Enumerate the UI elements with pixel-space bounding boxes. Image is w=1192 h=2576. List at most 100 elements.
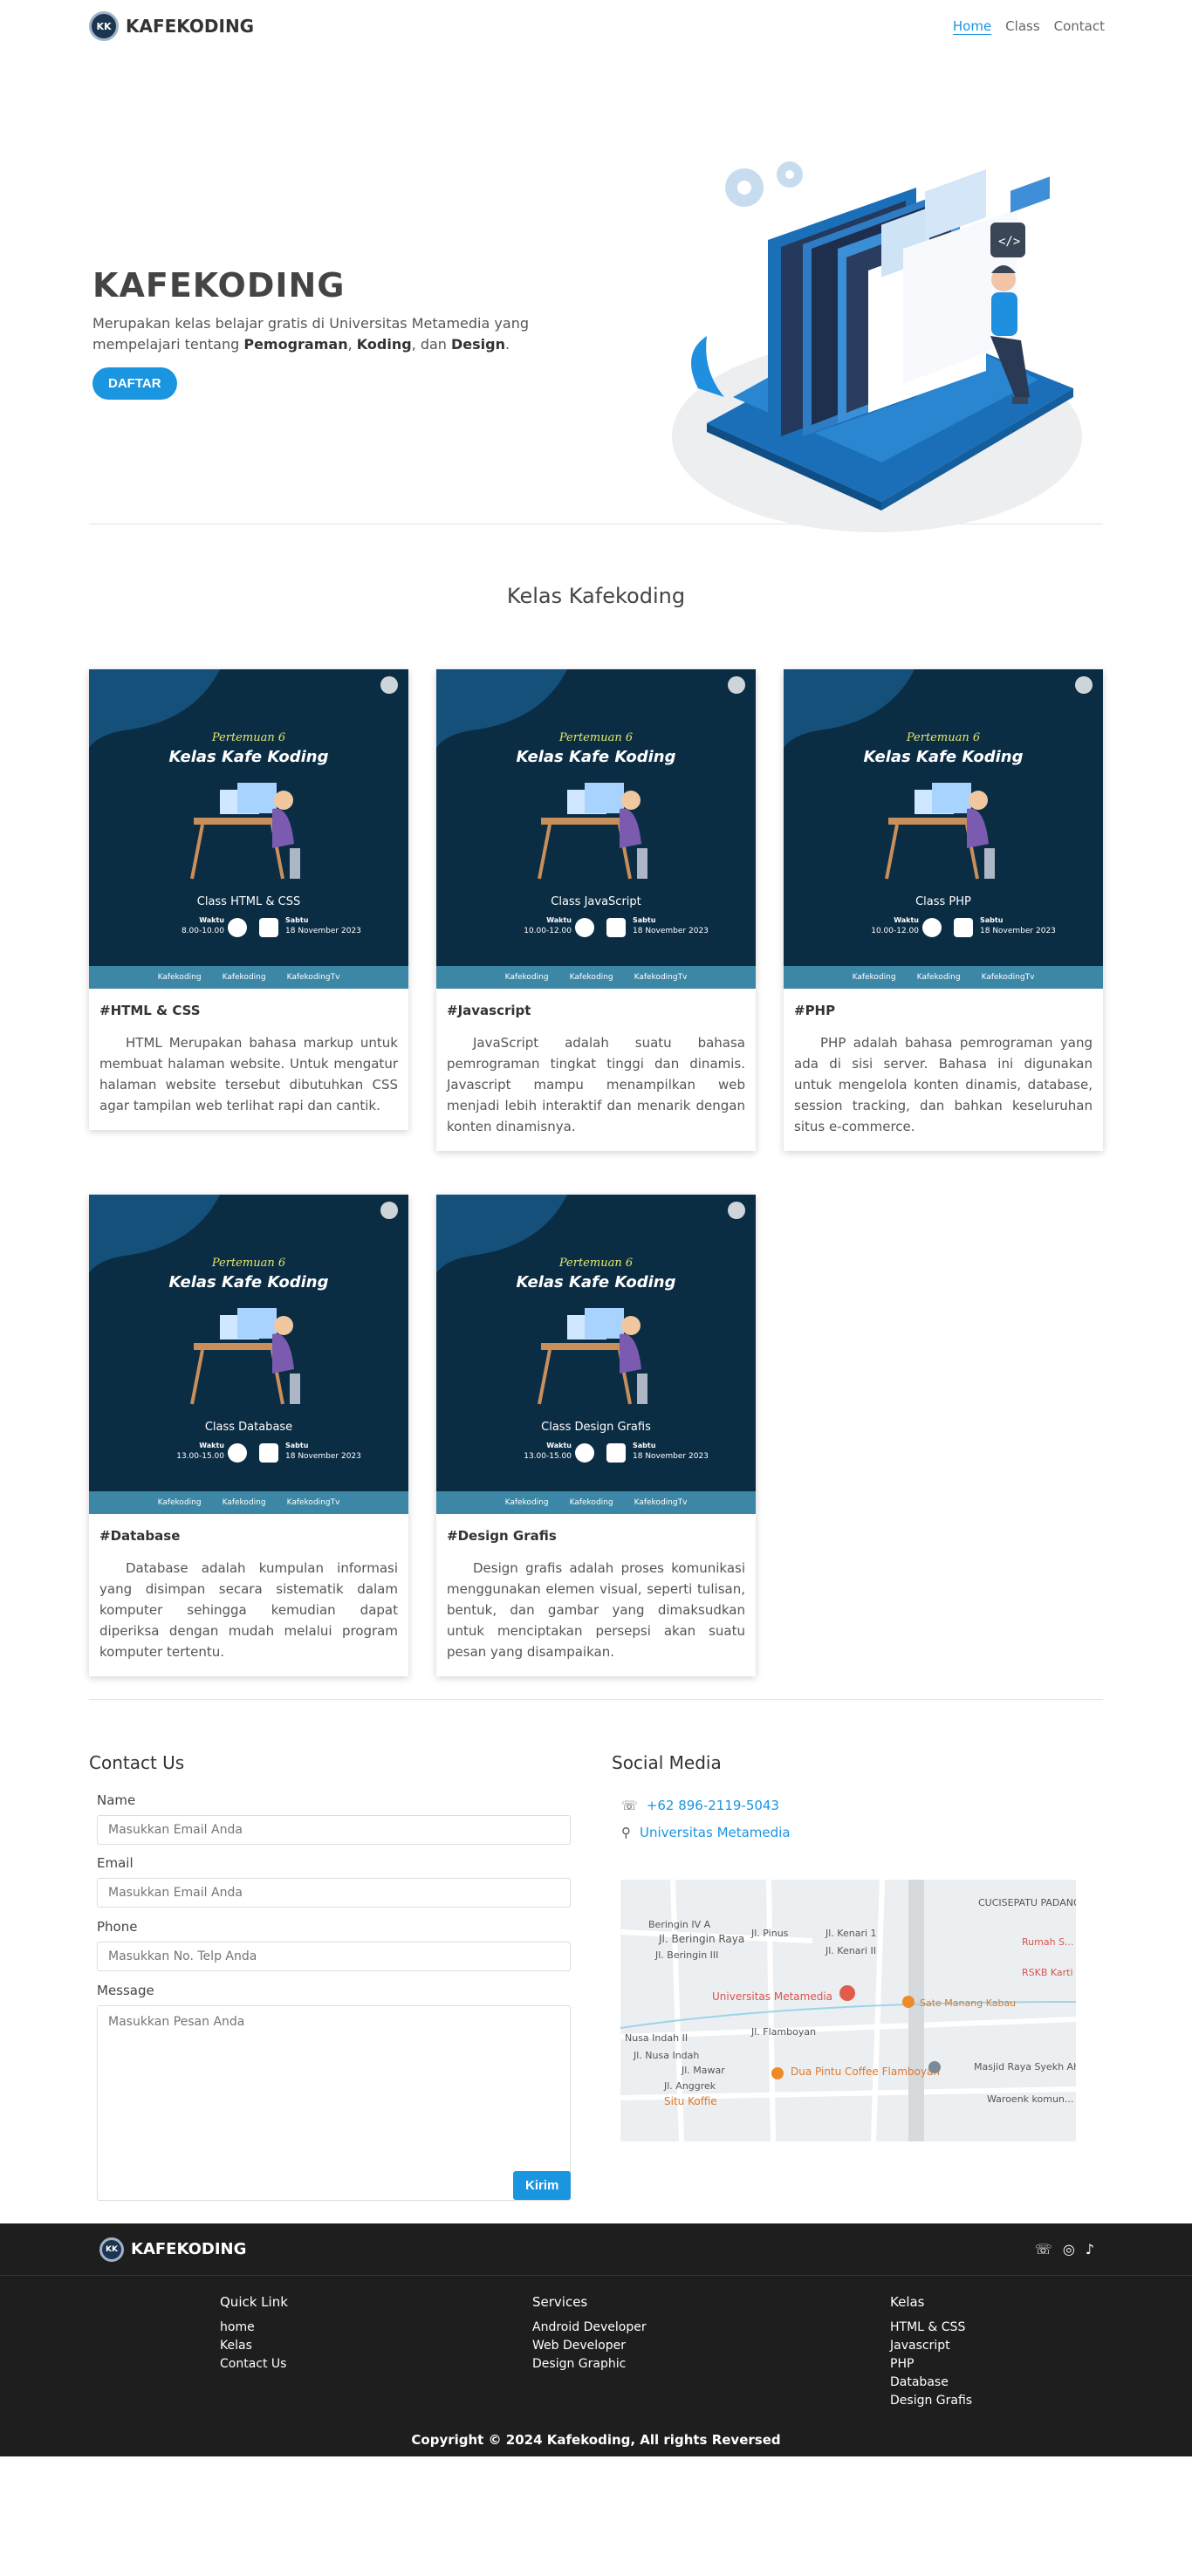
- map-label: Jl. Pinus: [750, 1928, 789, 1939]
- footer-kelas-item[interactable]: HTML & CSS: [890, 2319, 972, 2337]
- card-title: #PHP: [794, 1003, 836, 1018]
- poster-date: 18 November 2023: [980, 927, 1056, 935]
- social-phone[interactable]: ☏ +62 896-2119-5043: [621, 1798, 779, 1813]
- poster-time: 13.00-15.00: [524, 1452, 572, 1461]
- poster-day-label: Sabtu: [980, 916, 1004, 924]
- poster-social-strip: Kafekoding Kafekoding KafekodingTv: [436, 966, 756, 989]
- poster-social: KafekodingTv: [286, 973, 340, 982]
- phone-label: Phone: [97, 1919, 138, 1935]
- class-poster: Pertemuan 6 Kelas Kafe Koding Class HTML…: [89, 669, 408, 989]
- class-poster: Pertemuan 6 Kelas Kafe Koding Class Java…: [436, 669, 756, 989]
- map-label: Jl. Beringin III: [654, 1949, 718, 1961]
- poster-social: Kafekoding: [222, 973, 266, 982]
- nav-class[interactable]: Class: [1005, 18, 1039, 35]
- hero-desc-text: .: [505, 336, 510, 353]
- footer-kelas-item[interactable]: Javascript: [890, 2337, 972, 2355]
- map-label: RSKB Karti: [1022, 1967, 1073, 1978]
- class-card[interactable]: Pertemuan 6 Kelas Kafe Koding Class Desi…: [436, 1195, 756, 1676]
- footer-service-item[interactable]: Web Developer: [532, 2337, 647, 2355]
- poster-time: 10.00-12.00: [524, 927, 572, 935]
- social-location-text: Universitas Metamedia: [640, 1825, 791, 1840]
- footer-kelas-item[interactable]: Database: [890, 2374, 972, 2392]
- location-map[interactable]: Beringin IV A Jl. Beringin Raya Jl. Beri…: [620, 1880, 1076, 2141]
- message-label: Message: [97, 1983, 154, 1998]
- hero-text: KAFEKODING Merupakan kelas belajar grati…: [92, 266, 529, 400]
- map-label: Nusa Indah II: [625, 2032, 688, 2044]
- hero-illustration-image: </>: [672, 161, 1082, 532]
- poster-heading: Kelas Kafe Koding: [169, 1273, 329, 1291]
- poster-date: 18 November 2023: [285, 927, 361, 935]
- social-location[interactable]: ⚲ Universitas Metamedia: [621, 1825, 791, 1840]
- map-label: Situ Koffie: [664, 2095, 717, 2107]
- message-field[interactable]: [97, 2005, 571, 2201]
- poster-time: 10.00-12.00: [871, 927, 919, 935]
- contact-section: Contact Us Name Email Phone Message Kiri…: [0, 1700, 1192, 2223]
- class-card[interactable]: Pertemuan 6 Kelas Kafe Koding Class HTML…: [89, 669, 408, 1130]
- poster-meeting: Pertemuan 6: [558, 731, 633, 744]
- poster-day-label: Sabtu: [633, 1442, 656, 1449]
- map-label: Jl. Flamboyan: [750, 2026, 816, 2038]
- footer-top: KK KAFEKODING ☏ ◎ ♪: [0, 2223, 1192, 2276]
- footer-kelas-item[interactable]: PHP: [890, 2355, 972, 2374]
- hero-desc-text: , dan: [411, 336, 452, 353]
- map-label: Dua Pintu Coffee Flamboyan: [791, 2066, 940, 2078]
- footer-brand[interactable]: KK KAFEKODING: [99, 2237, 246, 2262]
- hero-title: KAFEKODING: [92, 266, 346, 305]
- poster-social: Kafekoding: [157, 1498, 202, 1507]
- class-poster: Pertemuan 6 Kelas Kafe Koding Class PHP …: [784, 669, 1103, 989]
- poster-time: 13.00-15.00: [176, 1452, 224, 1461]
- kelas-cards: Pertemuan 6 Kelas Kafe Koding Class HTML…: [0, 608, 1192, 1699]
- contact-title: Contact Us: [89, 1752, 185, 1773]
- poster-social: Kafekoding: [569, 1498, 613, 1507]
- footer-service-item[interactable]: Design Graphic: [532, 2355, 647, 2374]
- poster-time-label: Waktu: [546, 916, 572, 924]
- daftar-button[interactable]: DAFTAR: [92, 367, 177, 400]
- poster-meeting: Pertemuan 6: [211, 731, 285, 744]
- poster-time: 8.00-10.00: [182, 927, 224, 935]
- poster-social: KafekodingTv: [634, 1498, 688, 1507]
- whatsapp-icon[interactable]: ☏: [1035, 2241, 1052, 2257]
- kafekoding-logo-icon: KK: [89, 11, 119, 41]
- nav-home[interactable]: Home: [952, 18, 992, 35]
- poster-time-label: Waktu: [546, 1442, 572, 1449]
- phone-field[interactable]: [97, 1942, 571, 1971]
- poster-class-name: Class Design Grafis: [541, 1421, 651, 1434]
- svg-text:</>: </>: [998, 235, 1020, 249]
- tiktok-icon[interactable]: ♪: [1086, 2241, 1094, 2257]
- card-body: #Javascript JavaScript adalah suatu baha…: [436, 989, 756, 1151]
- footer-link-home[interactable]: home: [220, 2319, 288, 2337]
- card-body: #PHP PHP adalah bahasa pemrograman yang …: [784, 989, 1103, 1151]
- poster-date: 18 November 2023: [633, 1452, 709, 1461]
- quick-link-title: Quick Link: [220, 2294, 288, 2310]
- poster-social-strip: Kafekoding Kafekoding KafekodingTv: [784, 966, 1103, 989]
- class-card[interactable]: Pertemuan 6 Kelas Kafe Koding Class Data…: [89, 1195, 408, 1676]
- map-label: Beringin IV A: [648, 1919, 711, 1930]
- brand[interactable]: KK KAFEKODING: [89, 11, 254, 41]
- poster-art-image: Pertemuan 6 Kelas Kafe Koding Class Java…: [436, 669, 745, 937]
- map-label: Sate Manang Kabau: [920, 1997, 1016, 2009]
- class-card[interactable]: Pertemuan 6 Kelas Kafe Koding Class Java…: [436, 669, 756, 1151]
- poster-meeting: Pertemuan 6: [211, 1257, 285, 1270]
- kafekoding-logo-icon: KK: [99, 2237, 124, 2262]
- footer-quick-links: Quick Link home Kelas Contact Us: [220, 2293, 288, 2374]
- class-card[interactable]: Pertemuan 6 Kelas Kafe Koding Class PHP …: [784, 669, 1103, 1151]
- poster-heading: Kelas Kafe Koding: [169, 748, 329, 766]
- poster-social: Kafekoding: [852, 973, 896, 982]
- hero-desc-text: ,: [347, 336, 357, 353]
- poster-art-image: Pertemuan 6 Kelas Kafe Koding Class Data…: [89, 1195, 398, 1463]
- instagram-icon[interactable]: ◎: [1063, 2241, 1075, 2257]
- footer-kelas-item[interactable]: Design Grafis: [890, 2392, 972, 2410]
- card-text: Design grafis adalah proses komunikasi m…: [447, 1560, 745, 1660]
- footer-link-contact[interactable]: Contact Us: [220, 2355, 288, 2374]
- kirim-button[interactable]: Kirim: [513, 2171, 572, 2200]
- footer-service-item[interactable]: Android Developer: [532, 2319, 647, 2337]
- email-field[interactable]: [97, 1878, 571, 1908]
- poster-social: Kafekoding: [916, 973, 961, 982]
- footer-link-kelas[interactable]: Kelas: [220, 2337, 288, 2355]
- nav-contact[interactable]: Contact: [1054, 18, 1105, 35]
- poster-class-name: Class HTML & CSS: [197, 895, 301, 908]
- name-field[interactable]: [97, 1815, 571, 1845]
- poster-day-label: Sabtu: [633, 916, 656, 924]
- map-label: Jl. Kenari II: [825, 1945, 876, 1956]
- social-phone-text: +62 896-2119-5043: [646, 1798, 779, 1813]
